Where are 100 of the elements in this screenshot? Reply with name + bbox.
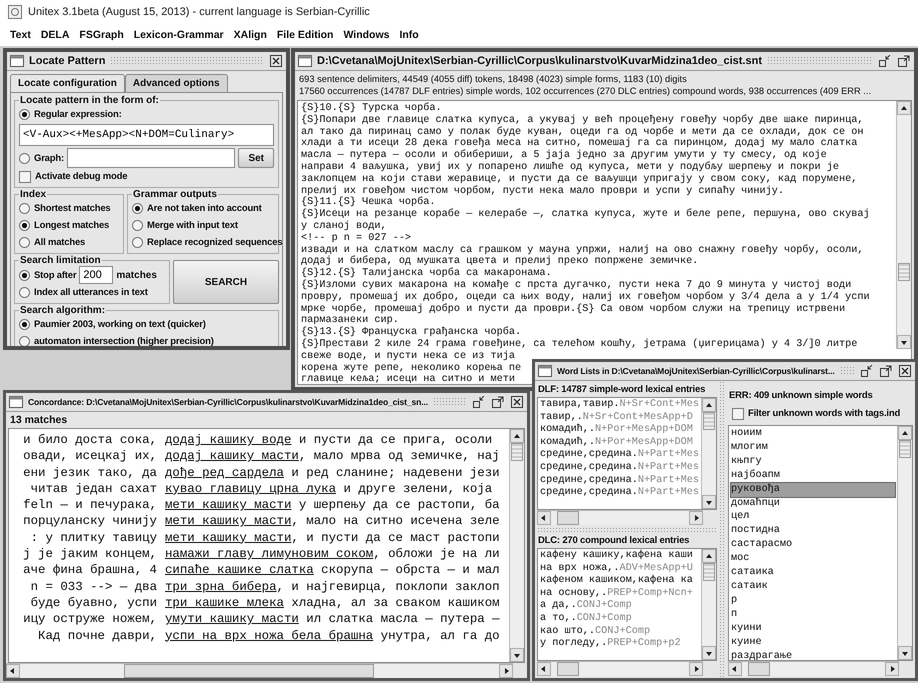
match-link[interactable]: умути кашику масти xyxy=(165,611,299,628)
list-item[interactable]: средине,средина.N+Part+Mes xyxy=(540,487,699,500)
horizontal-scrollbar[interactable] xyxy=(6,663,513,678)
menu-item[interactable]: Lexicon-Grammar xyxy=(130,27,228,43)
restore-button[interactable] xyxy=(878,54,892,68)
horizontal-scrollbar[interactable] xyxy=(537,661,703,676)
list-item[interactable]: средине,средина.N+Part+Mes xyxy=(540,449,699,462)
restore-button[interactable] xyxy=(472,395,486,409)
list-item[interactable]: постидна xyxy=(731,524,895,538)
list-item[interactable]: а да,.CONJ+Comp xyxy=(540,600,699,613)
menu-item[interactable]: File Edition xyxy=(272,27,338,43)
list-item[interactable]: куине xyxy=(731,636,895,650)
list-item[interactable]: цел xyxy=(731,510,895,524)
radio-button[interactable]: Stop after xyxy=(19,266,76,284)
restore-button[interactable] xyxy=(860,364,874,378)
list-item[interactable]: раздрагање xyxy=(731,650,895,660)
radio-button[interactable]: Replace recognized sequences xyxy=(132,234,282,251)
tab[interactable]: Locate configuration xyxy=(10,74,125,92)
radio-button[interactable]: Shortest matches xyxy=(19,200,111,217)
radio-button[interactable]: All matches xyxy=(19,234,86,251)
list-item[interactable]: сатаика xyxy=(731,566,895,580)
match-count: 13 matches xyxy=(9,413,68,428)
list-item[interactable]: средине,средина.N+Part+Mes xyxy=(540,462,699,475)
close-button[interactable] xyxy=(898,364,912,378)
checkbox[interactable]: Activate debug mode xyxy=(19,168,128,185)
list-item[interactable]: сатаик xyxy=(731,580,895,594)
maximize-button[interactable] xyxy=(491,395,505,409)
radio-button[interactable]: Index all utterances in text xyxy=(19,284,148,301)
maximize-button[interactable] xyxy=(897,54,911,68)
list-item[interactable]: средине,средина.N+Part+Mes xyxy=(540,474,699,488)
vertical-scrollbar[interactable] xyxy=(701,398,716,509)
menu-item[interactable]: XAlign xyxy=(230,27,271,43)
list-item[interactable]: кафеном кашиком,кафена ка xyxy=(540,575,699,588)
menu-item[interactable]: DELA xyxy=(36,27,74,43)
list-item[interactable]: у погледу,.PREP+Comp+p2 xyxy=(540,638,699,651)
search-button[interactable]: SEARCH xyxy=(173,260,279,304)
radio-button[interactable]: Paumier 2003, working on text (quicker) xyxy=(19,316,206,333)
radio-button[interactable]: automaton intersection (higher precision) xyxy=(19,333,214,346)
menu-item[interactable]: Text xyxy=(6,27,35,43)
checkbox[interactable]: Filter unknown words with tags.ind xyxy=(732,405,900,422)
match-link[interactable]: три кашике млека xyxy=(165,594,284,612)
list-item[interactable]: домаћпци xyxy=(731,496,895,510)
list-item[interactable]: као што,.CONJ+Comp xyxy=(540,626,699,638)
vertical-scrollbar[interactable] xyxy=(509,429,524,662)
horizontal-scrollbar[interactable] xyxy=(728,661,899,676)
list-item[interactable]: кафену кашику,кафена каши xyxy=(540,550,699,563)
list-item[interactable]: тавира,тавир.N+Sr+Cont+Mes xyxy=(540,399,699,412)
match-link[interactable]: мети кашику масти xyxy=(165,513,292,530)
list-item[interactable]: куини xyxy=(731,622,895,636)
match-link[interactable]: три зрна бибера xyxy=(165,578,277,595)
horizontal-scrollbar[interactable] xyxy=(537,510,703,525)
match-link[interactable]: мети кашику масти xyxy=(165,530,292,546)
list-item[interactable]: комадић,.N+Por+MesApp+DOM xyxy=(540,424,699,437)
match-link[interactable]: дође ред сардела xyxy=(165,464,284,481)
match-link[interactable]: кувао главицу црна лука xyxy=(165,480,336,498)
match-link[interactable]: додај кашику воде xyxy=(165,432,292,448)
list-item[interactable]: књпгу xyxy=(731,454,895,469)
list-item[interactable]: састарасмо xyxy=(731,538,895,552)
input-field[interactable]: 200 xyxy=(79,266,114,284)
tab[interactable]: Advanced options xyxy=(124,74,228,92)
list-heading: DLF: 14787 simple-word lexical entries xyxy=(537,383,706,397)
list-item[interactable]: мос xyxy=(731,552,895,566)
list-item[interactable]: ноиим xyxy=(731,427,895,441)
text-line: мрке чорбе, промешај добро и пусти да проври.{S} Са овом чорбом служи на трепицу истрвени xyxy=(301,304,846,316)
match-link[interactable]: додај кашику масти xyxy=(165,448,299,465)
context-text: , мало мрва од земичке, нај xyxy=(298,448,500,465)
match-link[interactable]: успи на врх ножа бела брашна xyxy=(165,628,374,644)
context-text: хладна, ал за сваком кашиком xyxy=(290,594,500,612)
list-item[interactable]: млогим xyxy=(731,440,895,455)
radio-button[interactable]: Regular expression: xyxy=(19,106,122,123)
text-line: {S}12.{S} Талијанска чорба са макаронама. xyxy=(301,268,552,280)
close-button[interactable] xyxy=(510,395,524,409)
list-item[interactable]: на основу,.PREP+Comp+Ncn+ xyxy=(540,588,699,600)
menu-item[interactable]: FSGraph xyxy=(75,27,128,43)
list-item[interactable]: комадић,.N+Por+MesApp+DOM xyxy=(540,436,699,450)
list-item[interactable]: на врх ножа,.ADV+MesApp+U xyxy=(540,562,699,576)
menu-item[interactable]: Info xyxy=(395,27,423,43)
match-link[interactable]: мети кашику масти xyxy=(165,497,292,514)
radio-button[interactable]: Are not taken into account xyxy=(132,200,262,217)
close-button[interactable] xyxy=(269,54,283,68)
set-button[interactable]: Set xyxy=(238,148,274,168)
menu-item[interactable]: Windows xyxy=(339,27,394,43)
window-title: D:\Cvetana\MojUnitex\Serbian-Cyrillic\Corpus\kulinarstvo\KuvarMidzina1deo_cist.snt xyxy=(317,55,762,67)
vertical-scrollbar[interactable] xyxy=(701,549,716,660)
radio-button[interactable]: Graph: xyxy=(19,150,64,166)
vertical-scrollbar[interactable] xyxy=(897,426,912,660)
list-item[interactable]: а то,.CONJ+Comp xyxy=(540,612,699,626)
input-field[interactable]: <V-Aux><+MesApp><N+DOM=Culinary> xyxy=(19,124,274,146)
list-item[interactable]: руковођа xyxy=(731,482,895,497)
list-item[interactable]: р xyxy=(731,594,895,608)
radio-button[interactable]: Merge with input text xyxy=(132,217,238,234)
match-link[interactable]: намажи главу лимуновим соком xyxy=(165,546,374,562)
list-item[interactable]: тавир,.N+Sr+Cont+MesApp+D xyxy=(540,412,699,424)
maximize-button[interactable] xyxy=(879,364,893,378)
input-field[interactable] xyxy=(66,148,236,168)
list-item[interactable]: најбоапм xyxy=(731,468,895,483)
list-item[interactable]: п xyxy=(731,608,895,622)
match-link[interactable]: сипаће кашике слатка xyxy=(165,562,314,579)
radio-button[interactable]: Longest matches xyxy=(19,217,110,234)
vertical-scrollbar[interactable] xyxy=(896,101,911,349)
